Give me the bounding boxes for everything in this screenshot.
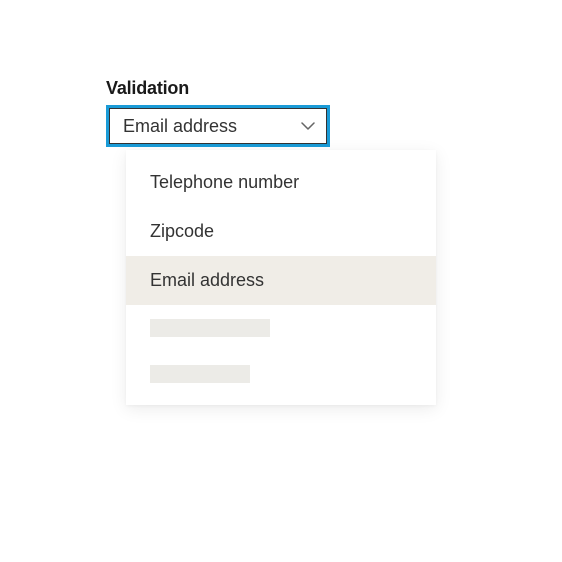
field-label: Validation: [106, 78, 436, 99]
chevron-down-icon: [301, 119, 315, 133]
dropdown-skeleton-item: [126, 305, 436, 351]
dropdown-panel: Telephone number Zipcode Email address: [126, 150, 436, 405]
validation-select[interactable]: Email address: [106, 105, 330, 147]
dropdown-skeleton-item: [126, 351, 436, 397]
dropdown-option[interactable]: Email address: [126, 256, 436, 305]
dropdown-option[interactable]: Zipcode: [126, 207, 436, 256]
dropdown-option[interactable]: Telephone number: [126, 158, 436, 207]
select-value: Email address: [123, 116, 237, 137]
skeleton-placeholder: [150, 319, 270, 337]
skeleton-placeholder: [150, 365, 250, 383]
validation-field: Validation Email address Telephone numbe…: [106, 78, 436, 147]
